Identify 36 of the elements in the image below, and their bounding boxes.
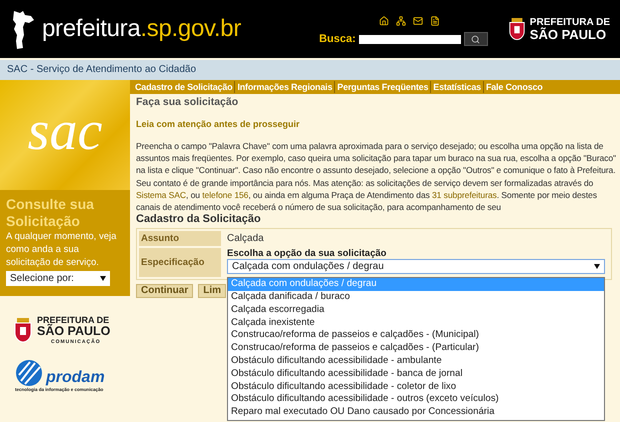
intro-paragraph: Preencha o campo "Palavra Chave" com uma palavra aproximada para o serviço desejado; ou escolha uma opção na lista de assuntos mais freqüentes. Por exemplo, caso queira uma solicitação para tapar um buraco na sua rua, escolha a opção "Buraco" na lista e clique "Continuar". Caso não encontre o assunto desejado, selecione a opção "Outros" e comunique o fato à Prefeitura. Seu contato é de grande importância para nós. Mas atenção: as solicitações de serviço devem ser formalizadas através do Sistema SAC, ou telefone 156, ou ainda em alguma Praça de Atendimento das 31 subprefeituras. Somente por meio destes canais de atendimento você receberá o número de sua solicitação, para acompanhamento de seu	[136, 140, 616, 214]
breadcrumb: SAC - Serviço de Atendimento ao Cidadão	[0, 60, 620, 80]
inline-link[interactable]: Sistema SAC	[136, 190, 186, 200]
sitemap-icon[interactable]	[396, 16, 406, 26]
search-field[interactable]	[358, 34, 461, 44]
page-title: Faça sua solicitação	[136, 96, 240, 110]
field-label: Especificação	[139, 248, 221, 278]
inline-link[interactable]: 31 subprefeituras	[432, 190, 497, 200]
coat-of-arms-icon	[13, 318, 33, 343]
site-name[interactable]: prefeitura.sp.gov.br	[42, 15, 242, 43]
caret-icon	[100, 276, 106, 281]
home-icon[interactable]	[378, 16, 389, 26]
form-title: Cadastro da Solicitação	[136, 213, 262, 226]
field-label: Assunto	[139, 231, 221, 246]
document-icon[interactable]	[430, 16, 440, 26]
sac-logo: sac	[0, 80, 130, 190]
clear-button[interactable]: Lim	[198, 284, 226, 298]
search-by-select[interactable]: Selecione por:	[6, 271, 110, 286]
search-button[interactable]	[464, 32, 488, 46]
specification-select[interactable]: Calçada com ondulações / degrau	[227, 259, 605, 274]
field-value: Calçada	[227, 232, 264, 246]
globe-icon	[15, 358, 45, 386]
caret-icon	[594, 264, 600, 270]
select-prompt: Escolha a opção da sua solicitação	[227, 248, 388, 260]
inline-link[interactable]: telefone 156	[202, 190, 248, 200]
mail-icon[interactable]	[412, 16, 423, 26]
coat-of-arms-icon	[508, 18, 526, 40]
prodam-logo-text: prodam	[46, 368, 105, 386]
notice-text: Leia com atenção antes de prosseguir	[136, 119, 301, 129]
consult-title: Consulte sua Solicitação	[6, 196, 95, 230]
consult-text: A qualquer momento, veja como anda a sua solicitação de serviço.	[6, 230, 118, 269]
city-logo-text: PREFEITURA DE SÃO PAULO	[530, 18, 610, 40]
continue-button[interactable]: Continuar	[136, 284, 194, 298]
city-map-icon	[10, 9, 36, 49]
search-icon	[471, 34, 480, 44]
search-label: Busca:	[319, 33, 356, 45]
